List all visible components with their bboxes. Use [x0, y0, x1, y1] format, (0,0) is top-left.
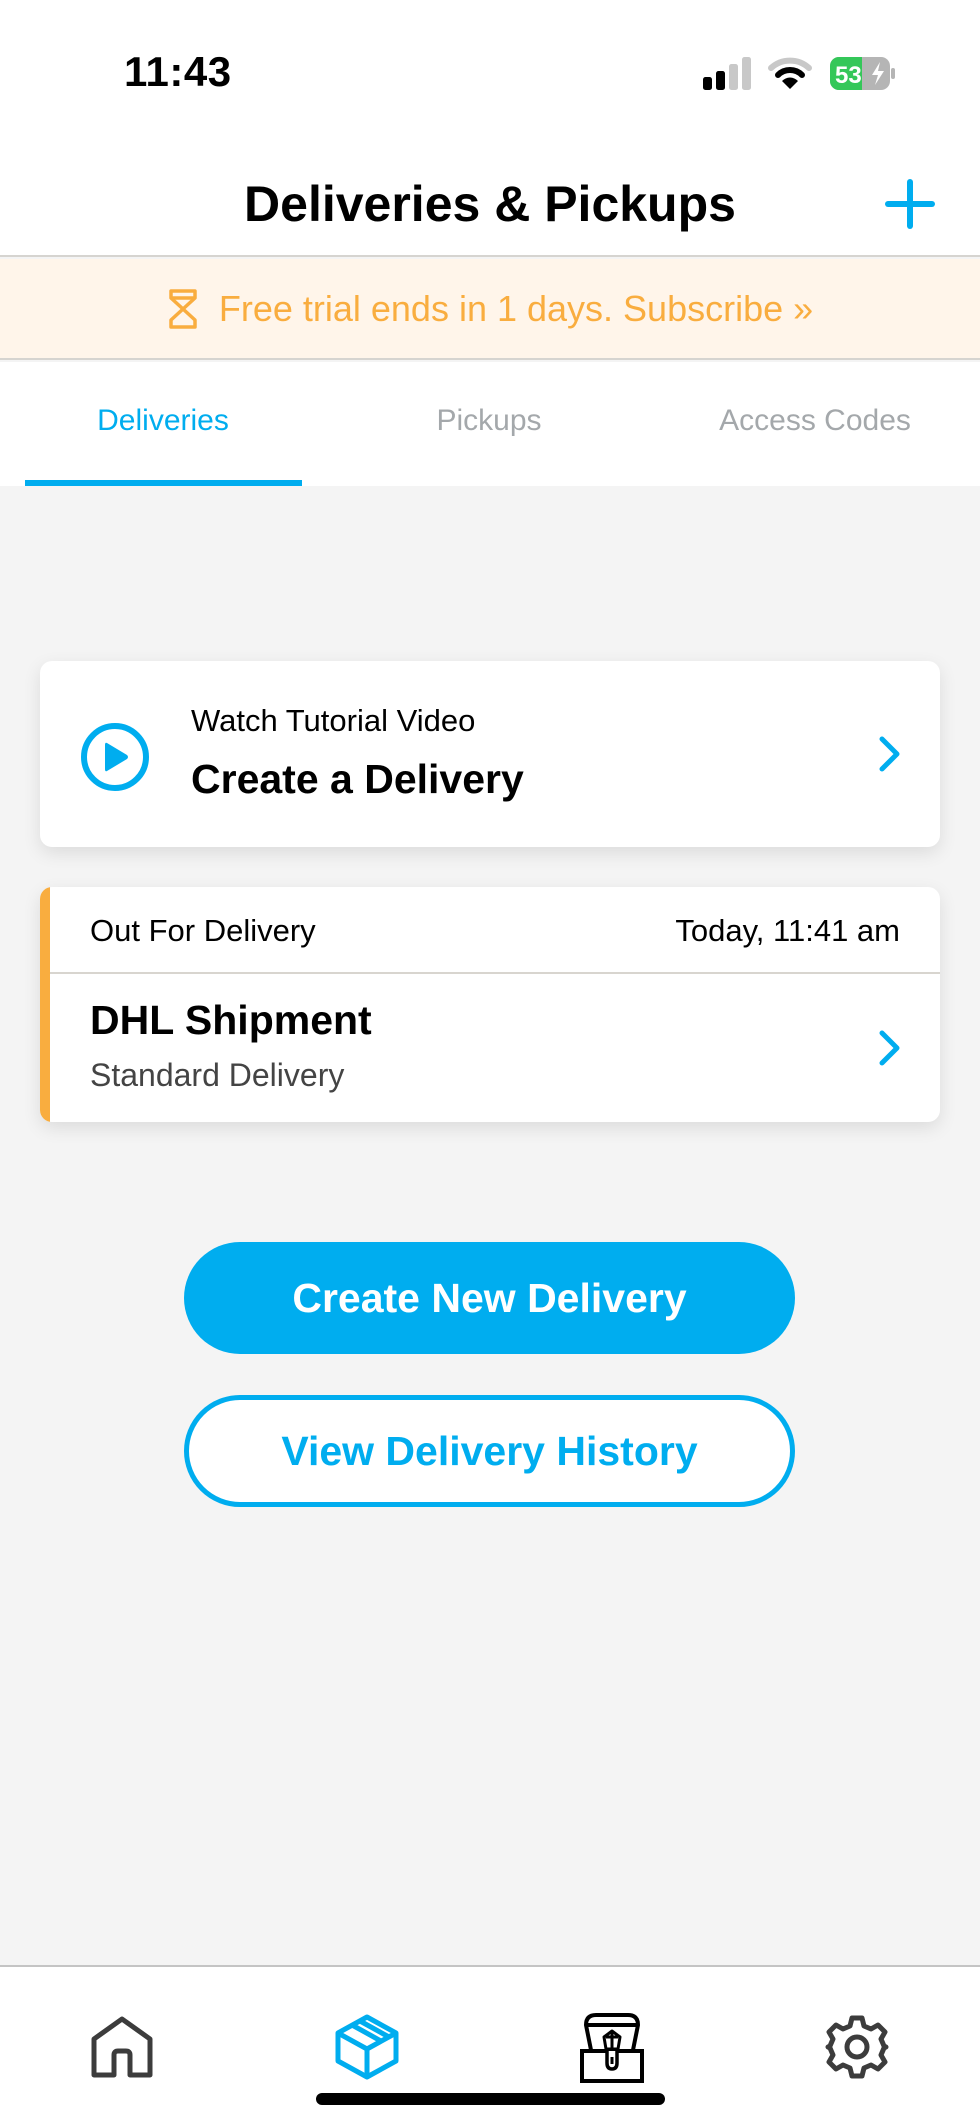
delivery-status: Out For Delivery	[90, 913, 316, 948]
card-divider	[50, 972, 940, 974]
nav-deliveries[interactable]	[327, 2007, 407, 2087]
nav-header: Deliveries & Pickups	[0, 130, 980, 257]
tab-deliveries[interactable]: Deliveries	[0, 362, 326, 486]
tutorial-title: Create a Delivery	[191, 756, 524, 802]
tab-pickups[interactable]: Pickups	[326, 362, 652, 486]
cellular-signal-icon	[703, 57, 751, 90]
delivery-timestamp: Today, 11:41 am	[675, 913, 900, 948]
tutorial-video-card[interactable]: Watch Tutorial Video Create a Delivery	[40, 661, 940, 847]
play-circle-icon	[81, 723, 149, 791]
treasure-chest-icon	[580, 2013, 644, 2083]
wifi-icon	[768, 57, 812, 89]
home-indicator[interactable]	[316, 2093, 665, 2105]
nav-settings[interactable]	[817, 2007, 897, 2087]
hourglass-icon	[169, 288, 197, 329]
active-tab-indicator	[25, 480, 302, 486]
status-stripe	[40, 887, 50, 1122]
delivery-type: Standard Delivery	[90, 1057, 345, 1093]
tab-access-codes[interactable]: Access Codes	[652, 362, 978, 486]
delivery-card[interactable]: Out For Delivery Today, 11:41 am DHL Shi…	[40, 887, 940, 1122]
gear-icon	[825, 2015, 889, 2079]
trial-banner-text: Free trial ends in 1 days. Subscribe »	[218, 287, 814, 329]
battery-percent: 53	[835, 62, 862, 89]
chevron-right-icon	[879, 736, 900, 772]
nav-home[interactable]	[82, 2007, 162, 2087]
home-icon	[91, 2016, 153, 2078]
battery-icon: 53	[830, 57, 895, 90]
create-new-delivery-button[interactable]: Create New Delivery	[184, 1242, 795, 1354]
plus-icon[interactable]	[884, 178, 936, 230]
trial-banner[interactable]: Free trial ends in 1 days. Subscribe »	[0, 259, 980, 360]
status-time: 11:43	[124, 48, 232, 95]
status-bar: 11:43 53	[0, 0, 980, 130]
view-delivery-history-button[interactable]: View Delivery History	[184, 1395, 795, 1507]
chevron-right-icon	[879, 1030, 900, 1066]
segment-tabs: Deliveries Pickups Access Codes	[0, 362, 980, 486]
tutorial-subtitle: Watch Tutorial Video	[191, 703, 476, 738]
nav-treasure[interactable]	[572, 2007, 652, 2087]
delivery-title: DHL Shipment	[90, 997, 372, 1043]
page-title: Deliveries & Pickups	[244, 176, 736, 232]
package-icon	[335, 2014, 399, 2080]
